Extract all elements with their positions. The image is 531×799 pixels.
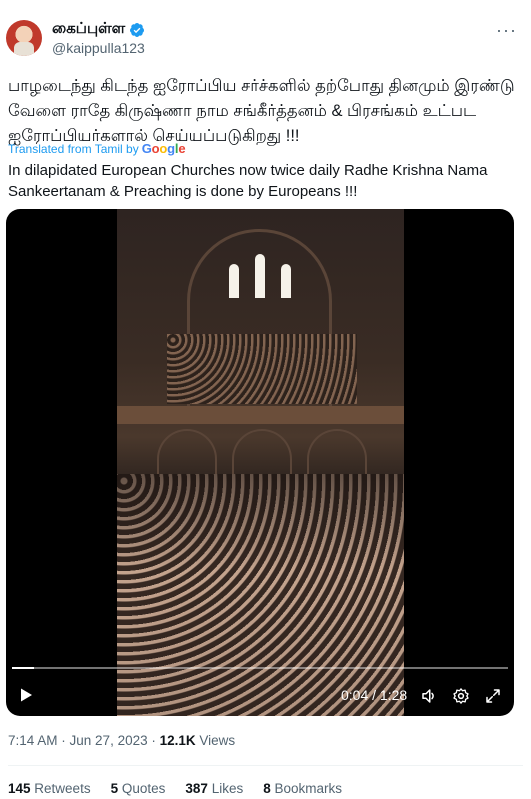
views-label: Views (199, 733, 236, 748)
church-window (229, 264, 239, 298)
bookmarks-stat[interactable]: 8 Bookmarks (263, 781, 342, 796)
translated-label: Translated from Tamil by (8, 141, 139, 156)
video-time: 0:04 / 1:28 (341, 687, 408, 703)
engagement-stats: 145 Retweets 5 Quotes 387 Likes 8 Bookma… (8, 781, 342, 796)
divider (8, 765, 523, 766)
tweet-header: கைப்புள்ள @kaippulla123 ··· (0, 0, 531, 62)
retweets-stat[interactable]: 145 Retweets (8, 781, 91, 796)
avatar[interactable] (6, 20, 42, 56)
translated-text: In dilapidated European Churches now twi… (8, 162, 488, 200)
church-window (255, 254, 265, 298)
balcony-crowd (167, 334, 357, 404)
fullscreen-icon[interactable] (484, 687, 502, 705)
church-window (281, 264, 291, 298)
likes-stat[interactable]: 387 Likes (185, 781, 243, 796)
crowd-shade (117, 474, 404, 716)
video-player[interactable]: 0:04 / 1:28 (6, 209, 514, 716)
balcony (117, 406, 404, 424)
video-progress-fill (12, 667, 35, 669)
more-options-button[interactable]: ··· (496, 20, 517, 41)
video-progress-bar[interactable] (12, 667, 508, 669)
google-logo: Google (141, 141, 186, 156)
translation-attribution[interactable]: Translated from Tamil by Google (8, 141, 186, 156)
tweet-meta: 7:14 AM · Jun 27, 2023 · 12.1K Views (8, 733, 236, 748)
author-name-row[interactable]: கைப்புள்ள (52, 20, 145, 39)
volume-icon[interactable] (420, 687, 438, 705)
verified-badge-icon (130, 22, 145, 37)
tweet-text: பாழடைந்து கிடந்த ஐரோப்பிய சர்ச்களில் தற்… (8, 77, 515, 145)
tweet-time[interactable]: 7:14 AM (8, 733, 58, 748)
views-count: 12.1K (159, 733, 196, 748)
author-display-name[interactable]: கைப்புள்ள (52, 20, 125, 39)
quotes-stat[interactable]: 5 Quotes (111, 781, 166, 796)
video-frame (117, 209, 404, 716)
play-icon[interactable] (18, 687, 34, 703)
tweet-date[interactable]: Jun 27, 2023 (70, 733, 148, 748)
author-handle[interactable]: @kaippulla123 (52, 40, 145, 56)
gear-icon[interactable] (452, 687, 470, 705)
